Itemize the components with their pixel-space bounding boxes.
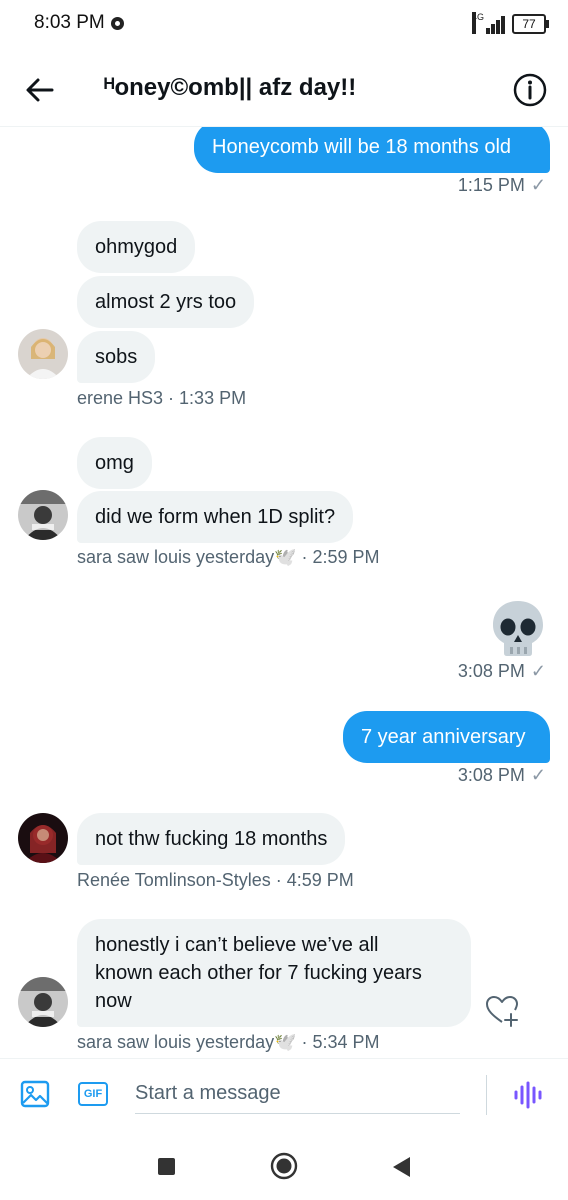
avatar[interactable]: [18, 813, 68, 863]
conversation-header: ᴴoney©omb|| afz day!!: [0, 56, 568, 127]
back-button[interactable]: [22, 72, 58, 108]
sent-check-icon: ✓: [530, 661, 546, 681]
message-input[interactable]: [135, 1073, 460, 1114]
sender-info: Renée Tomlinson-Styles · 4:59 PM: [77, 870, 354, 890]
signal-icon: 4G: [472, 12, 506, 34]
system-navigation-bar: [0, 1133, 568, 1200]
message-thread[interactable]: Honeycomb will be 18 months old 1:15 PM ✓…: [0, 127, 568, 1057]
message-text-line: honestly i can’t believe we’ve all: [95, 934, 379, 956]
info-icon: [513, 73, 547, 107]
incoming-message[interactable]: honestly i can’t believe we’ve all known…: [77, 919, 471, 1027]
message-text: 7 year anniversary: [361, 726, 526, 748]
sender-info: sara saw louis yesterday🕊️ · 5:34 PM: [77, 1032, 380, 1052]
status-icons: 4G 77: [472, 12, 549, 36]
add-media-button[interactable]: [20, 1079, 50, 1109]
message-text: almost 2 yrs too: [95, 291, 237, 313]
avatar[interactable]: [18, 490, 68, 540]
home-button[interactable]: [270, 1152, 298, 1180]
gif-button[interactable]: GIF: [78, 1082, 108, 1106]
status-bar: 8:03 PM 4G 77: [0, 0, 568, 50]
skull-emoji[interactable]: [490, 599, 546, 657]
message-timestamp: 3:08 PM ✓: [457, 765, 546, 785]
conversation-title[interactable]: ᴴoney©omb|| afz day!!: [104, 74, 356, 102]
composer-divider: [486, 1075, 487, 1115]
network-type: 4G: [472, 12, 484, 34]
message-text: not thw fucking 18 months: [95, 828, 328, 850]
incoming-message[interactable]: did we form when 1D split?: [77, 491, 354, 543]
outgoing-message[interactable]: 7 year anniversary: [343, 711, 550, 763]
sender-info: sara saw louis yesterday🕊️ · 2:59 PM: [77, 547, 380, 567]
incoming-message[interactable]: sobs: [77, 331, 156, 383]
avatar[interactable]: [18, 977, 68, 1027]
status-time: 8:03 PM: [34, 12, 105, 33]
sender-info: erene HS3 · 1:33 PM: [77, 388, 247, 408]
incoming-message[interactable]: almost 2 yrs too: [77, 276, 255, 328]
outgoing-message[interactable]: Honeycomb will be 18 months old: [194, 127, 550, 173]
info-button[interactable]: [512, 72, 548, 108]
recents-button[interactable]: [158, 1158, 175, 1175]
react-button[interactable]: [484, 994, 520, 1028]
incoming-message[interactable]: not thw fucking 18 months: [77, 813, 346, 865]
message-text: ohmygod: [95, 236, 178, 258]
incoming-message[interactable]: omg: [77, 437, 152, 489]
sent-check-icon: ✓: [530, 175, 546, 195]
message-text: did we form when 1D split?: [95, 506, 336, 528]
battery-icon: 77: [512, 14, 549, 34]
incoming-message[interactable]: ohmygod: [77, 221, 196, 273]
message-text: sobs: [95, 346, 138, 368]
system-back-button[interactable]: [390, 1155, 412, 1179]
message-text: Honeycomb will be 18 months old: [212, 136, 512, 158]
message-text: omg: [95, 452, 134, 474]
message-timestamp: 1:15 PM ✓: [457, 175, 546, 195]
sent-check-icon: ✓: [530, 765, 546, 785]
avatar[interactable]: [18, 329, 68, 379]
message-text-line: now: [95, 990, 132, 1012]
message-timestamp: 3:08 PM ✓: [457, 661, 546, 681]
notification-icon: [111, 17, 124, 30]
voice-wave-icon: [514, 1081, 542, 1109]
message-composer: GIF: [0, 1058, 568, 1133]
voice-message-button[interactable]: [513, 1080, 543, 1110]
heart-plus-icon: [486, 996, 518, 1027]
triangle-back-icon: [393, 1157, 410, 1177]
image-icon: [20, 1080, 50, 1108]
home-circle-icon: [270, 1152, 298, 1180]
arrow-left-icon: [26, 78, 54, 102]
message-text-line: known each other for 7 fucking years: [95, 962, 422, 984]
